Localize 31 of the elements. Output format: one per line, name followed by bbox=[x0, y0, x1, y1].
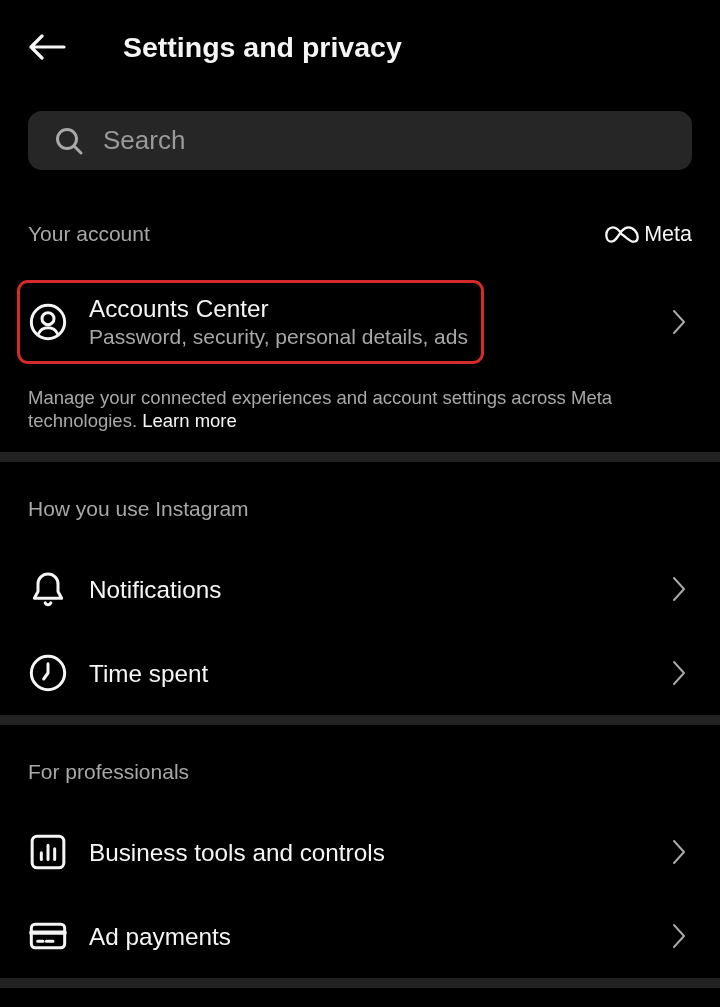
row-title: Notifications bbox=[89, 574, 222, 604]
chevron-right-icon bbox=[672, 839, 686, 865]
row-title: Accounts Center bbox=[89, 294, 270, 323]
bar-chart-icon bbox=[28, 832, 68, 872]
search-icon bbox=[55, 127, 83, 155]
learn-more-link[interactable]: Learn more bbox=[142, 410, 237, 431]
row-title: Business tools and controls bbox=[89, 837, 385, 867]
back-button[interactable] bbox=[28, 34, 66, 60]
chevron-right-icon bbox=[672, 309, 686, 335]
brand-name: Meta bbox=[644, 222, 692, 246]
clock-icon bbox=[28, 653, 68, 693]
chevron-right-icon bbox=[672, 923, 686, 949]
row-subtitle: Password, security, personal details, ads bbox=[89, 324, 468, 350]
chevron-right-icon bbox=[672, 660, 686, 686]
person-circle-icon bbox=[28, 302, 68, 342]
settings-row[interactable]: Accounts Center Password, security, personal details, ads bbox=[0, 272, 720, 372]
page-title: Settings and privacy bbox=[123, 29, 402, 65]
section-heading: Your account bbox=[28, 222, 150, 246]
settings-row[interactable]: Business tools and controls bbox=[0, 810, 720, 894]
infinity-logo-icon bbox=[605, 225, 640, 243]
settings-row[interactable]: Time spent bbox=[0, 631, 720, 715]
left-arrow-icon bbox=[28, 34, 66, 60]
search-field[interactable]: Search bbox=[28, 111, 692, 170]
settings-row[interactable]: Ad payments bbox=[0, 894, 720, 978]
section-heading: For professionals bbox=[28, 760, 190, 784]
row-title: Time spent bbox=[89, 658, 209, 688]
settings-row[interactable]: Notifications bbox=[0, 547, 720, 631]
section-note: Manage your connected experiences and account settings across Meta technologies. Learn more bbox=[28, 386, 614, 432]
section-heading: How you use Instagram bbox=[28, 497, 249, 521]
row-title: Ad payments bbox=[89, 921, 231, 951]
chevron-right-icon bbox=[672, 576, 686, 602]
